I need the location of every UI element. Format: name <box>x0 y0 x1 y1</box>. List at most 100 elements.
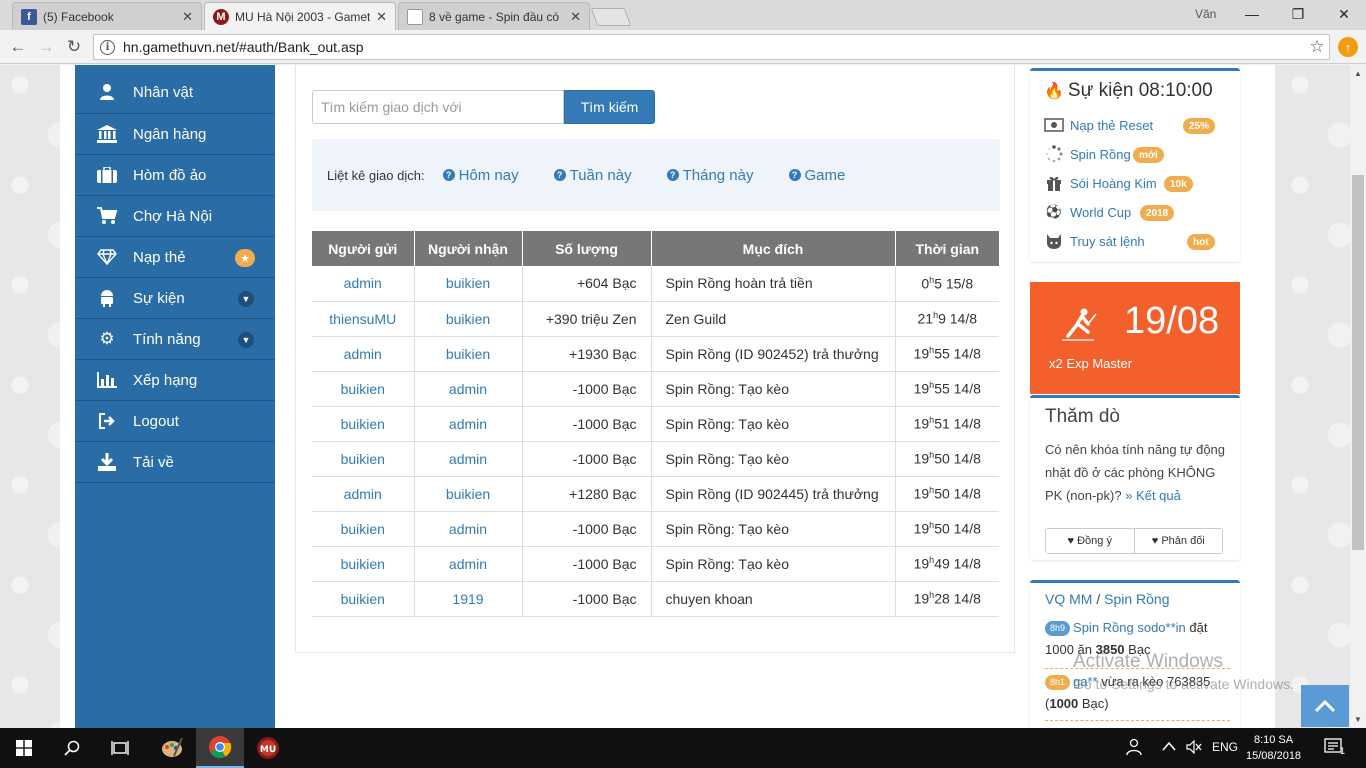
filter-this-month[interactable]: ? Tháng này <box>666 167 754 184</box>
minimize-icon[interactable]: — <box>1240 4 1264 24</box>
sender-link[interactable]: admin <box>312 266 415 302</box>
filter-link-label[interactable]: Tuần này <box>570 167 632 184</box>
receiver-link[interactable]: buikien <box>414 266 523 302</box>
event-label[interactable]: Sói Hoàng Kim <box>1070 176 1157 191</box>
filter-game[interactable]: ? Game <box>788 167 846 184</box>
receiver-link[interactable]: 1919 <box>414 581 523 617</box>
sender-link[interactable]: buikien <box>312 371 415 407</box>
clock-time: 8:10 SA <box>1253 734 1294 746</box>
time-minute-date: 28 14/8 <box>934 590 981 607</box>
tab-spin-game[interactable]: 8 về game - Spin đầu có ✕ <box>398 2 590 30</box>
chrome-app-icon[interactable] <box>196 728 244 768</box>
sender-link[interactable]: buikien <box>312 581 415 617</box>
receiver-link[interactable]: buikien <box>414 476 523 512</box>
search-icon[interactable] <box>48 728 96 768</box>
language-indicator[interactable]: ENG <box>1212 740 1238 754</box>
event-label[interactable]: Nạp thẻ Reset <box>1070 118 1153 133</box>
info-icon[interactable]: i <box>100 39 115 55</box>
close-icon[interactable]: ✕ <box>570 9 581 25</box>
event-item-truy-sat-lenh[interactable]: Truy sát lệnh <box>1044 231 1145 251</box>
event-item-world-cup[interactable]: ⚽ World Cup <box>1044 202 1131 222</box>
page-scrollbar[interactable]: ▲ ▼ <box>1350 65 1366 728</box>
sender-link[interactable]: admin <box>312 336 415 372</box>
filter-link-label[interactable]: Tháng này <box>683 167 754 184</box>
tab-mu-hanoi[interactable]: M MU Hà Nội 2003 - Gamet ✕ <box>204 2 396 30</box>
disagree-button[interactable]: ♥ Phản đối <box>1133 529 1222 553</box>
url-text[interactable]: hn.gamethuvn.net/#auth/Bank_out.asp <box>123 39 1305 55</box>
restore-icon[interactable]: ❐ <box>1286 4 1310 24</box>
volume-muted-icon[interactable] <box>1186 739 1202 757</box>
browser-user-name[interactable]: Văn <box>1195 7 1216 21</box>
event-label[interactable]: Truy sát lệnh <box>1070 234 1145 249</box>
chevron-down-icon[interactable]: ▼ <box>238 332 254 348</box>
event-item-spin-rong[interactable]: Spin Rồng <box>1044 144 1131 164</box>
sidebar-item-tinh-nang[interactable]: ⚙ Tính năng ▼ <box>75 319 275 360</box>
filter-today[interactable]: ? Hôm nay <box>442 167 519 184</box>
event-item-soi-hoang-kim[interactable]: Sói Hoàng Kim <box>1044 173 1157 193</box>
task-view-icon[interactable] <box>96 728 144 768</box>
receiver-link[interactable]: buikien <box>414 336 523 372</box>
sidebar-item-xep-hang[interactable]: Xếp hạng <box>75 360 275 401</box>
scroll-down-icon[interactable]: ▼ <box>1354 715 1362 724</box>
sender-link[interactable]: buikien <box>312 406 415 442</box>
scrollbar-thumb[interactable] <box>1352 175 1364 550</box>
sidebar-item-tai-ve[interactable]: Tải về <box>75 442 275 483</box>
sidebar-item-ngan-hang[interactable]: Ngân hàng <box>75 114 275 155</box>
window-close-icon[interactable]: ✕ <box>1332 4 1356 24</box>
spin-rong-link[interactable]: Spin Rồng <box>1104 591 1169 607</box>
scroll-up-icon[interactable]: ▲ <box>1354 69 1362 78</box>
receiver-link[interactable]: admin <box>414 406 523 442</box>
sender-link[interactable]: admin <box>312 476 415 512</box>
forward-icon[interactable]: → <box>35 36 57 58</box>
people-icon[interactable] <box>1126 738 1142 759</box>
back-icon[interactable]: ← <box>7 36 29 58</box>
close-icon[interactable]: ✕ <box>182 9 193 25</box>
url-field[interactable]: i hn.gamethuvn.net/#auth/Bank_out.asp ☆ <box>93 34 1330 60</box>
event-item-nap-the-reset[interactable]: Nạp thẻ Reset <box>1044 115 1153 135</box>
filter-this-week[interactable]: ? Tuần này <box>553 167 632 184</box>
receiver-link[interactable]: buikien <box>414 301 523 337</box>
close-icon[interactable]: ✕ <box>376 9 387 25</box>
taskbar-clock[interactable]: 8:10 SA 15/08/2018 <box>1246 732 1301 764</box>
scroll-to-top-button[interactable] <box>1301 685 1349 727</box>
chevron-up-icon[interactable] <box>1162 740 1176 754</box>
sender-link[interactable]: buikien <box>312 441 415 477</box>
receiver-link[interactable]: admin <box>414 371 523 407</box>
player-link[interactable]: Spin Rồng sodo**in <box>1073 620 1186 635</box>
sidebar-item-hom-do-ao[interactable]: Hòm đồ ảo <box>75 155 275 196</box>
sidebar-item-nhan-vat[interactable]: Nhân vật <box>75 65 275 114</box>
event-label[interactable]: World Cup <box>1070 205 1131 220</box>
sender-link[interactable]: thiensuMU <box>312 301 415 337</box>
player-link[interactable]: ga** <box>1073 674 1098 689</box>
android-icon <box>97 288 117 308</box>
receiver-link[interactable]: admin <box>414 441 523 477</box>
extension-icon[interactable]: ↑ <box>1338 37 1358 57</box>
agree-button[interactable]: ♥ Đồng ý <box>1046 529 1134 553</box>
paint-app-icon[interactable] <box>148 728 196 768</box>
reload-icon[interactable]: ↻ <box>63 36 85 58</box>
sidebar-item-logout[interactable]: Logout <box>75 401 275 442</box>
sidebar-item-su-kien[interactable]: Sự kiện ▼ <box>75 278 275 319</box>
filter-link-label[interactable]: Game <box>805 167 846 184</box>
event-label[interactable]: Spin Rồng <box>1070 147 1131 162</box>
poll-results-link[interactable]: » Kết quả <box>1125 488 1181 503</box>
sender-link[interactable]: buikien <box>312 511 415 547</box>
sidebar-item-nap-the[interactable]: Nạp thẻ ★ <box>75 237 275 278</box>
exp-promo-box[interactable]: 19/08 x2 Exp Master <box>1030 282 1240 394</box>
tab-facebook[interactable]: f (5) Facebook ✕ <box>12 2 202 30</box>
sidebar-item-label: Chợ Hà Nội <box>133 207 213 225</box>
bookmark-star-icon[interactable]: ☆ <box>1305 37 1329 57</box>
windows-start-icon[interactable] <box>0 728 48 768</box>
search-button[interactable]: Tìm kiếm <box>564 90 655 124</box>
receiver-link[interactable]: admin <box>414 511 523 547</box>
filter-link-label[interactable]: Hôm nay <box>459 167 519 184</box>
receiver-link[interactable]: admin <box>414 546 523 582</box>
search-input[interactable] <box>312 90 564 124</box>
time-minute-date: 5 15/8 <box>934 275 974 292</box>
sender-link[interactable]: buikien <box>312 546 415 582</box>
sidebar-item-cho-ha-noi[interactable]: Chợ Hà Nội <box>75 196 275 237</box>
new-tab-button[interactable] <box>590 8 632 26</box>
vqmm-link[interactable]: VQ MM <box>1045 591 1092 607</box>
chevron-down-icon[interactable]: ▼ <box>238 291 254 307</box>
mu-app-icon[interactable]: MU <box>244 728 292 768</box>
